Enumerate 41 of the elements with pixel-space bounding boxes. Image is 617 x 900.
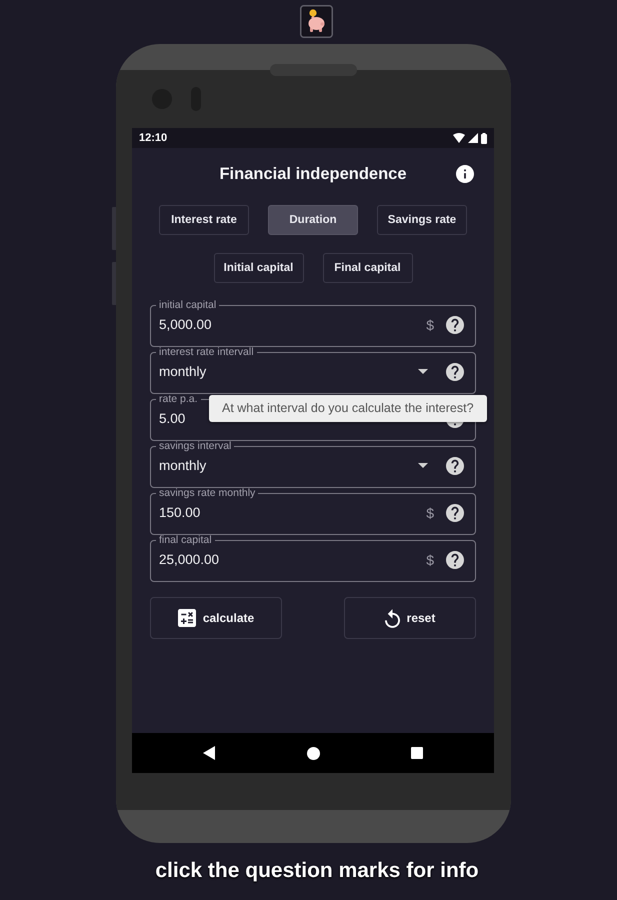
mode-tab[interactable]: Initial capital [214, 253, 304, 283]
info-icon[interactable] [456, 165, 474, 183]
piggy-bank-icon [300, 5, 333, 38]
mode-tab[interactable]: Savings rate [377, 205, 467, 235]
dropdown-field[interactable]: interest rate intervall monthly [150, 347, 476, 394]
calculate-button[interactable]: calculate [150, 597, 282, 639]
wifi-icon [453, 133, 465, 143]
mode-tab[interactable]: Final capital [322, 253, 412, 283]
input-field[interactable]: savings rate monthly 150.00 $ [150, 488, 476, 535]
dropdown-caret-icon [418, 463, 428, 468]
dropdown-field[interactable]: savings interval monthly [150, 441, 476, 488]
input-field[interactable]: final capital 25,000.00 $ [150, 535, 476, 582]
mode-tab[interactable]: Duration [268, 205, 358, 235]
help-icon[interactable] [446, 316, 464, 334]
caption-text: click the question marks for info [154, 858, 480, 883]
help-icon[interactable] [446, 504, 464, 522]
currency-suffix: $ [426, 316, 434, 332]
back-icon[interactable] [203, 746, 215, 760]
reset-icon [384, 608, 400, 628]
reset-button[interactable]: reset [344, 597, 476, 639]
field-label: final capital [158, 535, 213, 545]
help-icon[interactable] [446, 550, 464, 568]
mode-tab[interactable]: Interest rate [159, 205, 249, 235]
currency-suffix: $ [426, 552, 434, 568]
status-time: 12:10 [139, 132, 168, 144]
battery-icon [481, 132, 487, 144]
calculator-icon [178, 609, 196, 627]
screen-title: Financial independence [219, 164, 407, 185]
input-field[interactable]: initial capital 5,000.00 $ [150, 300, 476, 347]
dropdown-caret-icon [418, 369, 428, 374]
signal-icon [468, 133, 478, 143]
currency-suffix: $ [426, 504, 434, 520]
field-label: rate p.a. [158, 394, 199, 404]
field-label: savings rate monthly [158, 488, 256, 498]
tooltip: At what interval do you calculate the interest? [209, 395, 487, 422]
field-label: initial capital [158, 300, 218, 310]
home-icon[interactable] [306, 746, 320, 760]
field-label: interest rate intervall [158, 347, 255, 357]
field-label: savings interval [158, 441, 232, 451]
help-icon[interactable] [446, 456, 464, 474]
help-icon[interactable] [446, 362, 464, 380]
